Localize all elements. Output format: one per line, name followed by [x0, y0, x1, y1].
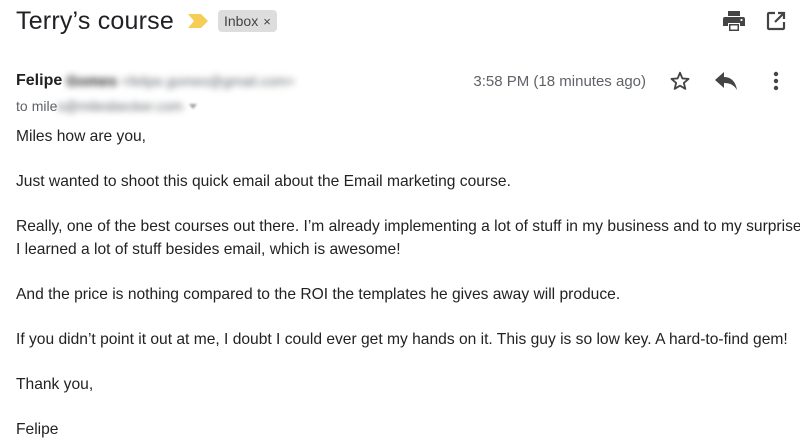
email-subject: Terry’s course	[16, 6, 174, 35]
body-paragraph-4: If you didn’t point it out at me, I doub…	[16, 330, 788, 348]
recipient-visible: mile	[31, 98, 58, 114]
email-body: Miles how are you, Just wanted to shoot …	[16, 126, 800, 448]
subject-row: Terry’s course Inbox ×	[16, 4, 788, 38]
sender-email-redacted: <felipe.gomes@gmail.com>	[121, 73, 295, 89]
reply-icon[interactable]	[714, 69, 738, 93]
sender-row: Felipe Gomes <felipe.gomes@gmail.com> 3:…	[16, 70, 788, 92]
label-chip-text: Inbox	[223, 13, 259, 29]
more-vertical-icon[interactable]	[764, 69, 788, 93]
body-paragraph-1: Just wanted to shoot this quick email ab…	[16, 173, 511, 190]
top-actions	[722, 9, 788, 33]
body-signature: Felipe	[16, 420, 59, 438]
print-icon[interactable]	[722, 9, 746, 33]
recipient-redacted: s@milesbecker.com	[57, 98, 183, 114]
sender-surname-redacted: Gomes	[66, 72, 118, 90]
body-paragraph-2-line-2: I learned a lot of stuff besides email, …	[16, 240, 401, 258]
remove-label-icon[interactable]: ×	[263, 14, 271, 29]
message-actions: 3:58 PM (18 minutes ago)	[473, 69, 788, 93]
body-paragraph-3: And the price is nothing compared to the…	[16, 285, 621, 303]
open-in-new-window-icon[interactable]	[764, 9, 788, 33]
sender-name[interactable]: Felipe	[16, 72, 62, 90]
label-chip-inbox: Inbox ×	[217, 10, 277, 32]
body-paragraph-2-line-1: Really, one of the best courses out ther…	[16, 218, 800, 235]
star-icon[interactable]	[668, 69, 692, 93]
body-signoff: Thank you,	[16, 375, 94, 393]
recipient-row: to mile s@milesbecker.com	[16, 96, 197, 116]
body-greeting: Miles how are you,	[16, 128, 147, 145]
message-timestamp: 3:58 PM (18 minutes ago)	[473, 72, 646, 90]
body-paragraph-2: Really, one of the best courses out ther…	[16, 216, 800, 261]
recipient-details-chevron-icon[interactable]	[188, 103, 197, 109]
importance-marker-icon[interactable]	[187, 14, 208, 28]
to-label: to	[16, 98, 28, 114]
email-view: Terry’s course Inbox × Felipe Gomes <fel…	[0, 0, 800, 448]
